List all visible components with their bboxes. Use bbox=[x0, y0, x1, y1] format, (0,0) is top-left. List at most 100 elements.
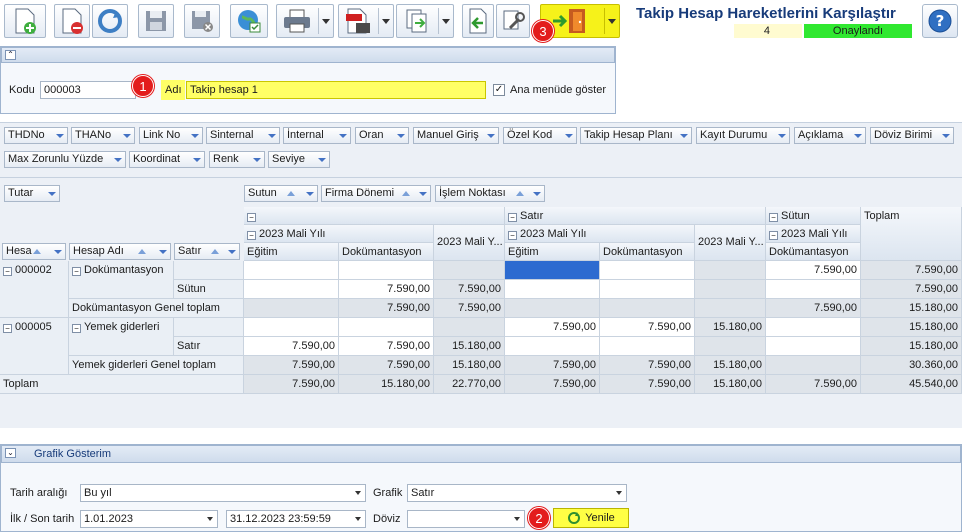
pivot-value-cell[interactable]: 7.590,00 bbox=[600, 318, 695, 337]
chevron-down-icon[interactable] bbox=[616, 491, 622, 495]
save-close-button[interactable] bbox=[184, 4, 220, 38]
filter-field-aciklama[interactable]: Açıklama bbox=[794, 127, 866, 144]
show-in-menu-checkbox[interactable]: ✓ bbox=[493, 84, 505, 96]
pivot-value-cell[interactable]: 15.180,00 bbox=[861, 318, 962, 337]
pivot-value-cell[interactable] bbox=[600, 299, 695, 318]
pivot-value-cell[interactable] bbox=[339, 318, 434, 337]
col-year-header[interactable]: −2023 Mali Yılı bbox=[244, 225, 434, 243]
pivot-value-cell[interactable]: 15.180,00 bbox=[695, 318, 766, 337]
filter-field-link-no[interactable]: Link No bbox=[139, 127, 203, 144]
pivot-value-cell[interactable]: 7.590,00 bbox=[505, 356, 600, 375]
pivot-value-cell[interactable]: 45.540,00 bbox=[861, 375, 962, 394]
pivot-value-cell[interactable]: 15.180,00 bbox=[861, 299, 962, 318]
data-field-tutar[interactable]: Tutar bbox=[4, 185, 60, 202]
filter-field-max-zorunlu-yuzde[interactable]: Max Zorunlu Yüzde bbox=[4, 151, 126, 168]
chart-select[interactable]: Satır bbox=[407, 484, 627, 502]
pivot-value-cell[interactable]: 7.590,00 bbox=[434, 299, 505, 318]
collapse-icon[interactable]: − bbox=[508, 231, 517, 240]
collapse-icon[interactable]: − bbox=[508, 213, 517, 222]
collapse-icon[interactable]: − bbox=[3, 324, 12, 333]
chevron-down-icon[interactable] bbox=[608, 19, 616, 24]
filter-field-doviz-birimi[interactable]: Döviz Birimi bbox=[870, 127, 954, 144]
row-field-satir[interactable]: Satır bbox=[174, 243, 240, 260]
collapse-icon[interactable]: − bbox=[769, 231, 778, 240]
row-header-sub[interactable] bbox=[174, 318, 244, 337]
pivot-value-cell[interactable]: 7.590,00 bbox=[505, 318, 600, 337]
filter-field-sinternal[interactable]: Sinternal bbox=[206, 127, 280, 144]
pivot-value-cell[interactable] bbox=[505, 261, 600, 280]
column-field-sutun[interactable]: Sutun bbox=[244, 185, 318, 202]
save-button[interactable] bbox=[138, 4, 174, 38]
pivot-value-cell[interactable]: 7.590,00 bbox=[244, 337, 339, 356]
back-button[interactable] bbox=[462, 4, 494, 38]
pivot-value-cell[interactable]: 7.590,00 bbox=[505, 375, 600, 394]
pivot-value-cell[interactable] bbox=[766, 280, 861, 299]
pivot-value-cell[interactable]: 15.180,00 bbox=[861, 337, 962, 356]
col-leaf-header[interactable]: Dokümantasyon bbox=[600, 243, 695, 261]
filter-field-ozel-kod[interactable]: Özel Kod bbox=[503, 127, 577, 144]
filter-field-kayit-durumu[interactable]: Kayıt Durumu bbox=[696, 127, 790, 144]
row-header-sub[interactable] bbox=[174, 261, 244, 280]
currency-select[interactable] bbox=[407, 510, 525, 528]
pivot-value-cell[interactable]: 7.590,00 bbox=[861, 261, 962, 280]
col-header-total[interactable]: Toplam bbox=[861, 207, 962, 261]
web-publish-button[interactable] bbox=[230, 4, 268, 38]
pivot-value-cell[interactable]: 30.360,00 bbox=[861, 356, 962, 375]
pivot-value-cell[interactable]: 7.590,00 bbox=[339, 356, 434, 375]
collapse-icon[interactable]: − bbox=[247, 231, 256, 240]
date-range-select[interactable]: Bu yıl bbox=[80, 484, 366, 502]
filter-field-koordinat[interactable]: Koordinat bbox=[129, 151, 205, 168]
pivot-value-cell[interactable]: 7.590,00 bbox=[766, 375, 861, 394]
pivot-value-cell[interactable]: 7.590,00 bbox=[244, 375, 339, 394]
pivot-value-cell[interactable] bbox=[600, 261, 695, 280]
chevron-down-icon[interactable] bbox=[442, 19, 450, 24]
last-date-input[interactable]: 31.12.2023 23:59:59 bbox=[226, 510, 366, 528]
row-header-name[interactable]: − Yemek giderleri bbox=[69, 318, 174, 356]
pivot-value-cell[interactable] bbox=[505, 299, 600, 318]
col-leaf-header[interactable]: Eğitim bbox=[505, 243, 600, 261]
pivot-value-cell[interactable]: 7.590,00 bbox=[339, 280, 434, 299]
refresh-button[interactable]: Yenile bbox=[553, 508, 629, 528]
pivot-value-cell[interactable] bbox=[695, 337, 766, 356]
chevron-down-icon[interactable] bbox=[355, 491, 361, 495]
pivot-value-cell[interactable]: 7.590,00 bbox=[600, 375, 695, 394]
pivot-value-cell[interactable]: 22.770,00 bbox=[434, 375, 505, 394]
collapse-up-icon[interactable]: ⌃ bbox=[5, 50, 16, 60]
col-group-header[interactable]: − bbox=[244, 207, 505, 225]
pivot-value-cell[interactable] bbox=[766, 356, 861, 375]
pivot-value-cell[interactable] bbox=[434, 261, 505, 280]
filter-field-oran[interactable]: Oran bbox=[355, 127, 409, 144]
pivot-value-cell[interactable] bbox=[434, 318, 505, 337]
delete-button[interactable] bbox=[54, 4, 90, 38]
chevron-down-icon[interactable] bbox=[514, 517, 520, 521]
pivot-value-cell[interactable]: 15.180,00 bbox=[695, 375, 766, 394]
row-header-sub[interactable]: Satır bbox=[174, 337, 244, 356]
help-button[interactable]: ? bbox=[922, 4, 958, 38]
pivot-value-cell[interactable]: 7.590,00 bbox=[244, 356, 339, 375]
pivot-value-cell[interactable] bbox=[600, 280, 695, 299]
collapse-icon[interactable]: − bbox=[72, 267, 81, 276]
column-field-firma-donemi[interactable]: Firma Dönemi bbox=[321, 185, 431, 202]
row-header-name[interactable]: − Dokümantasyon bbox=[69, 261, 174, 299]
filter-field-thano[interactable]: THANo bbox=[71, 127, 135, 144]
row-field-hesap-adi[interactable]: Hesap Adı bbox=[69, 243, 171, 260]
pivot-value-cell[interactable] bbox=[695, 299, 766, 318]
pivot-value-cell[interactable]: 7.590,00 bbox=[766, 261, 861, 280]
pivot-value-cell[interactable]: 15.180,00 bbox=[339, 375, 434, 394]
chevron-down-icon[interactable] bbox=[322, 19, 330, 24]
chevron-down-icon[interactable] bbox=[207, 517, 213, 521]
pivot-value-cell[interactable] bbox=[244, 318, 339, 337]
pivot-value-cell[interactable] bbox=[505, 280, 600, 299]
row-header-subtotal[interactable]: Yemek giderleri Genel toplam bbox=[69, 356, 244, 375]
col-group-header-sutun[interactable]: − Sütun bbox=[766, 207, 861, 225]
col-leaf-header[interactable]: Eğitim bbox=[244, 243, 339, 261]
pivot-value-cell[interactable]: 7.590,00 bbox=[434, 280, 505, 299]
pivot-value-cell[interactable] bbox=[695, 280, 766, 299]
column-field-islem-noktasi[interactable]: İşlem Noktası bbox=[435, 185, 545, 202]
filter-field-seviye[interactable]: Seviye bbox=[268, 151, 330, 168]
refresh-toolbar-button[interactable] bbox=[92, 4, 128, 38]
col-leaf-header[interactable]: Dokümantasyon bbox=[766, 243, 861, 261]
pivot-value-cell[interactable]: 7.590,00 bbox=[600, 356, 695, 375]
name-input[interactable]: Takip hesap 1 bbox=[186, 81, 486, 99]
row-header-subtotal[interactable]: Dokümantasyon Genel toplam bbox=[69, 299, 244, 318]
